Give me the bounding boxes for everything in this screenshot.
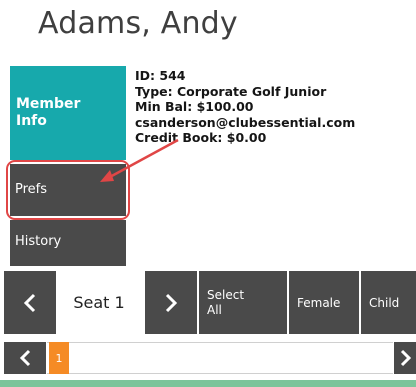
chevron-left-icon — [19, 349, 31, 367]
select-all-label: Select All — [207, 287, 245, 317]
scroll-left-button[interactable] — [4, 342, 46, 374]
bottom-strip — [0, 380, 416, 387]
child-label: Child — [369, 295, 400, 310]
scroll-right-button[interactable] — [394, 342, 416, 374]
seat-label: Seat 1 — [56, 271, 142, 334]
select-all-button[interactable]: Select All — [199, 271, 287, 334]
chevron-right-icon — [165, 293, 178, 312]
seat-scroll-item[interactable]: 1 — [49, 342, 69, 374]
chevron-right-icon — [400, 349, 411, 367]
child-button[interactable]: Child — [361, 271, 416, 334]
chevron-left-icon — [23, 293, 36, 312]
prev-seat-button[interactable] — [4, 271, 56, 334]
seat-scroll-track[interactable] — [47, 342, 393, 374]
female-button[interactable]: Female — [289, 271, 359, 334]
female-label: Female — [297, 295, 341, 310]
next-seat-button[interactable] — [145, 271, 197, 334]
